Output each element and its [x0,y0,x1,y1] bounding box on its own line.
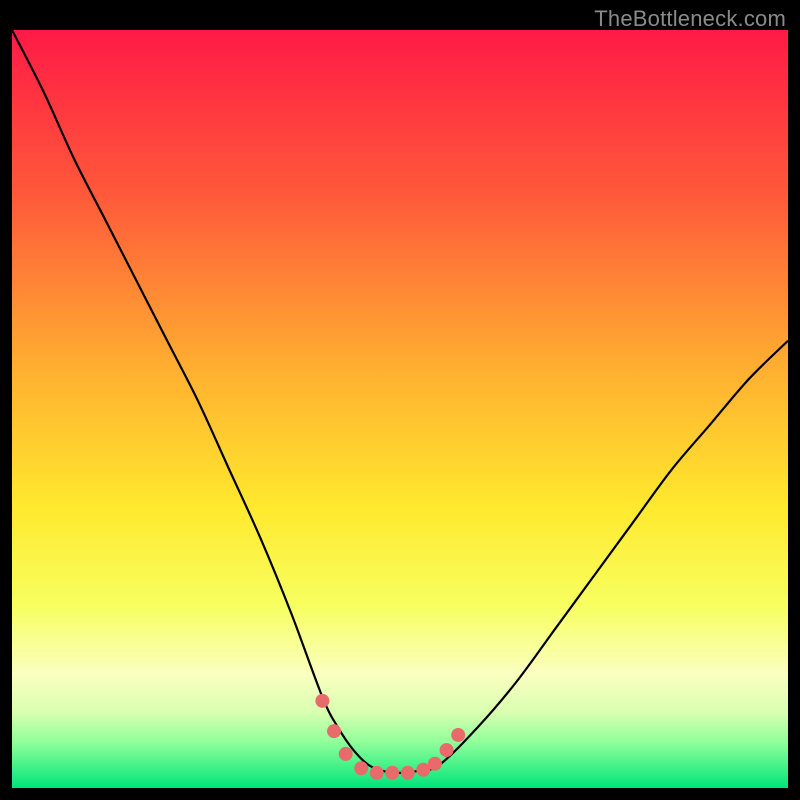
marker-dot [401,766,415,780]
marker-dot [440,743,454,757]
marker-dot [370,766,384,780]
marker-dot [428,757,442,771]
marker-dot [315,694,329,708]
chart-frame [12,30,788,788]
marker-dot [385,766,399,780]
bottleneck-chart [12,30,788,788]
watermark: TheBottleneck.com [594,6,786,32]
marker-dot [354,761,368,775]
marker-dot [327,724,341,738]
marker-dot [451,728,465,742]
marker-dot [339,747,353,761]
gradient-background [12,30,788,788]
